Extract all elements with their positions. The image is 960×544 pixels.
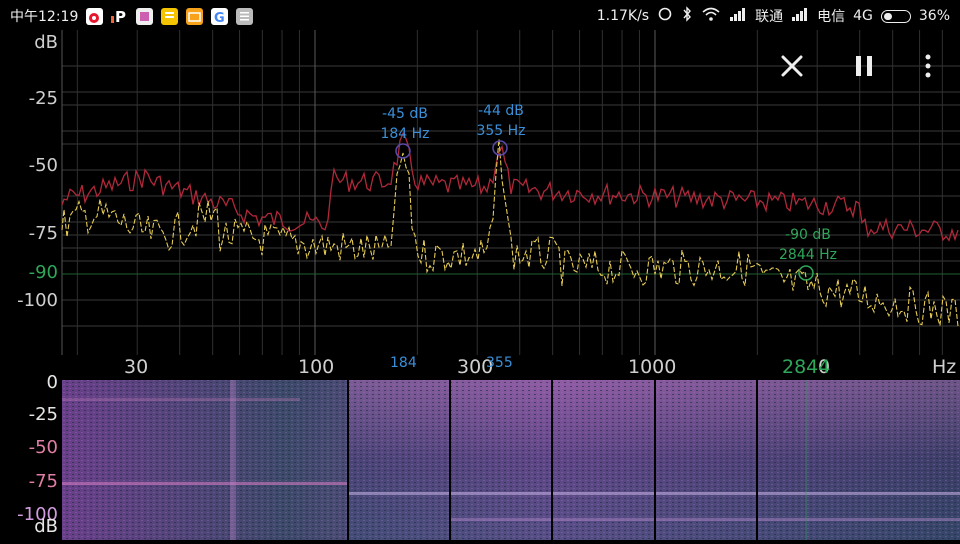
app-icon: [136, 7, 154, 25]
sg-db-tick: -25: [28, 404, 58, 425]
y-tick-label: -50: [28, 155, 58, 176]
peak-hz: 184 Hz: [380, 126, 430, 142]
peak-db: -44 dB: [478, 103, 524, 119]
spectrum-plot[interactable]: dB -25 -50 -75 -90 -100 30 100 300 1000 …: [0, 30, 960, 378]
note-icon: [161, 7, 179, 25]
carrier-1: 联通: [755, 9, 784, 25]
status-time: 中午12:19: [10, 9, 79, 25]
signal-icon-1: [729, 7, 747, 25]
sg-tone-line: [62, 482, 348, 485]
doc-icon: [236, 7, 254, 25]
signal-icon-2: [791, 7, 809, 25]
more-button[interactable]: [910, 50, 946, 82]
y-tick-label: -75: [28, 223, 58, 244]
wifi-icon: [701, 6, 721, 26]
pause-button[interactable]: [846, 50, 882, 82]
close-icon: [781, 55, 803, 77]
spectrogram-canvas[interactable]: [0, 378, 960, 540]
cursor-hz: 2844 Hz: [779, 247, 837, 263]
carrier-2: 电信: [817, 9, 846, 25]
close-button[interactable]: [774, 50, 810, 82]
peak-freq-tick: 355: [486, 355, 513, 371]
y-tick-label: -25: [28, 88, 58, 109]
sg-tone-line: [450, 518, 960, 521]
weibo-icon: [86, 7, 104, 25]
cursor-x-label: 2844: [782, 356, 831, 378]
spectrogram[interactable]: 0 -25 -50 -75 -100 dB: [0, 372, 960, 540]
cursor-label: -90 dB 2844 Hz: [772, 225, 844, 265]
peak-db: -45 dB: [382, 106, 428, 122]
peak-label-1: -45 dB 184 Hz: [370, 104, 440, 144]
cursor-db: -90 dB: [785, 227, 831, 243]
battery-icon: [880, 9, 911, 23]
pause-icon: [856, 56, 872, 76]
sg-db-tick: -50: [28, 437, 58, 458]
sg-tone-line: [62, 398, 300, 401]
more-vert-icon: [925, 54, 931, 78]
x-unit-label: Hz: [932, 356, 957, 378]
bluetooth-icon: [681, 6, 693, 26]
status-bar: 中午12:19 P G 1.17K/s 联通 电信 4G 36%: [0, 0, 960, 30]
spectrum-canvas[interactable]: [0, 30, 960, 378]
cursor-y-label: -90: [28, 262, 58, 283]
y-tick-label: -100: [17, 290, 58, 311]
svg-text:G: G: [214, 11, 225, 25]
x-tick-label: 1000: [628, 356, 677, 378]
sg-noise: [62, 380, 960, 540]
google-icon: G: [211, 7, 229, 26]
peak-label-2: -44 dB 355 Hz: [466, 101, 536, 141]
mail-icon: [186, 7, 204, 25]
x-tick-label: 30: [124, 356, 149, 378]
x-tick-label: 100: [298, 356, 335, 378]
sg-band: [230, 380, 236, 540]
network-type: 4G: [853, 8, 873, 24]
battery-percent: 36%: [918, 8, 950, 24]
peak-hz: 355 Hz: [476, 123, 526, 139]
sg-db-unit: dB: [34, 516, 58, 537]
p-icon: P: [111, 7, 129, 26]
network-speed: 1.17K/s: [596, 8, 650, 24]
sg-db-tick: -75: [28, 471, 58, 492]
peak-freq-tick: 184: [390, 355, 417, 371]
sg-db-tick: 0: [46, 372, 58, 393]
y-unit-label: dB: [34, 32, 58, 53]
sync-icon: [657, 6, 673, 26]
svg-text:P: P: [115, 8, 126, 25]
